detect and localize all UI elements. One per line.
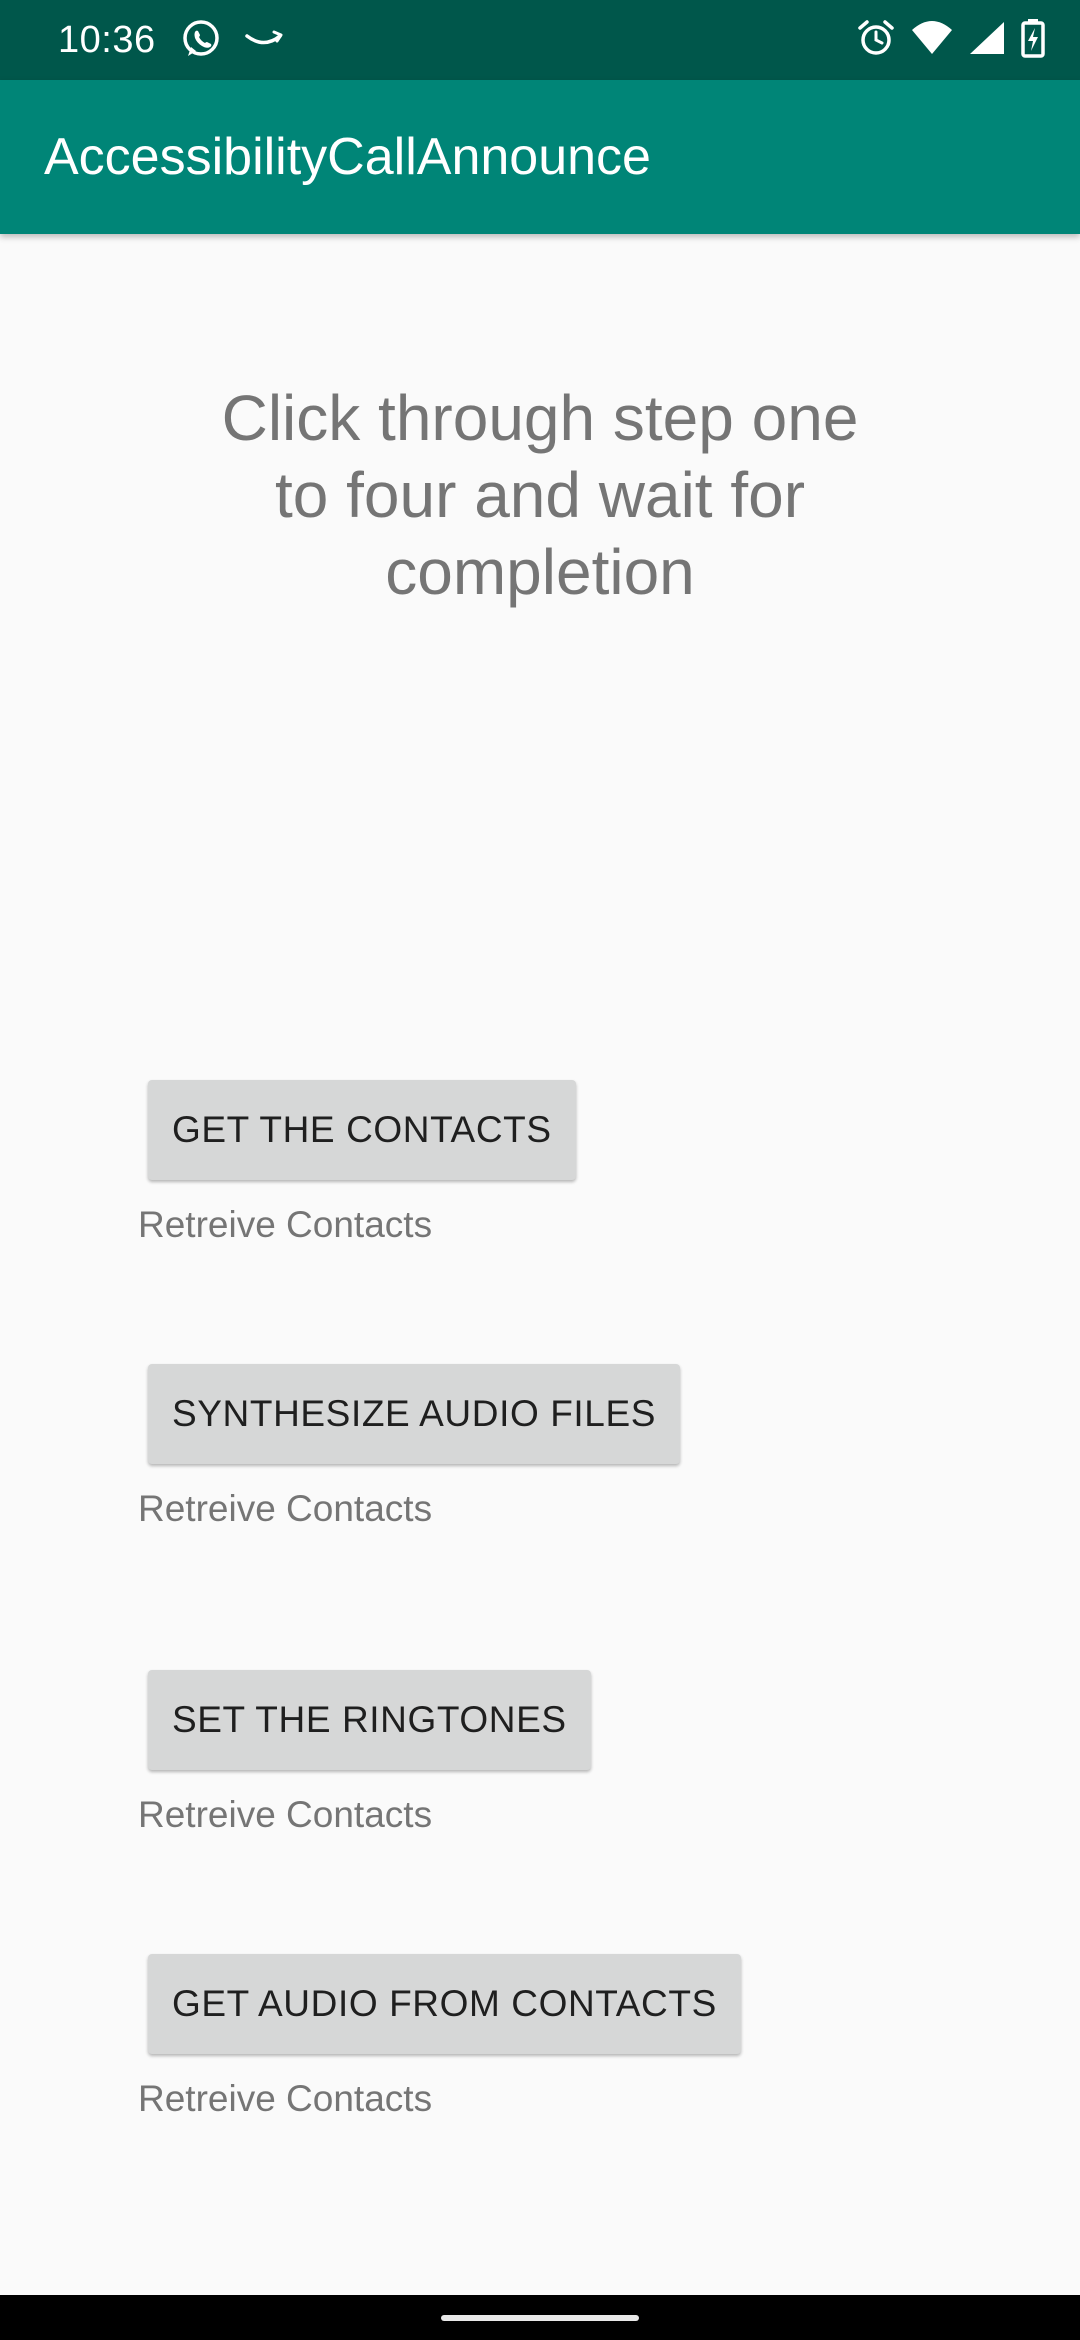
set-ringtones-button[interactable]: SET THE RINGTONES [148, 1670, 591, 1770]
status-time: 10:36 [58, 19, 156, 61]
app-title: AccessibilityCallAnnounce [44, 128, 651, 186]
status-bar: 10:36 [0, 0, 1080, 80]
system-icons [856, 18, 1046, 63]
get-contacts-button[interactable]: GET THE CONTACTS [148, 1080, 576, 1180]
wifi-icon [910, 18, 954, 63]
signal-icon [968, 18, 1006, 63]
step-two-status: Retreive Contacts [138, 1488, 433, 1529]
home-gesture-handle[interactable] [441, 2315, 639, 2321]
instruction-text: Click through step one to four and wait … [221, 382, 859, 608]
navigation-bar [0, 2295, 1080, 2340]
amazon-icon [244, 19, 284, 64]
notification-icons [180, 18, 284, 65]
step-four-status: Retreive Contacts [138, 2078, 433, 2119]
step-one-status: Retreive Contacts [138, 1204, 433, 1245]
synthesize-audio-button[interactable]: SYNTHESIZE AUDIO FILES [148, 1364, 681, 1464]
battery-charging-icon [1020, 18, 1046, 63]
app-bar: AccessibilityCallAnnounce [0, 80, 1080, 234]
get-audio-button[interactable]: GET AUDIO FROM CONTACTS [148, 1954, 741, 2054]
alarm-icon [856, 18, 896, 63]
whatsapp-icon [180, 18, 222, 65]
step-three-status: Retreive Contacts [138, 1794, 433, 1835]
